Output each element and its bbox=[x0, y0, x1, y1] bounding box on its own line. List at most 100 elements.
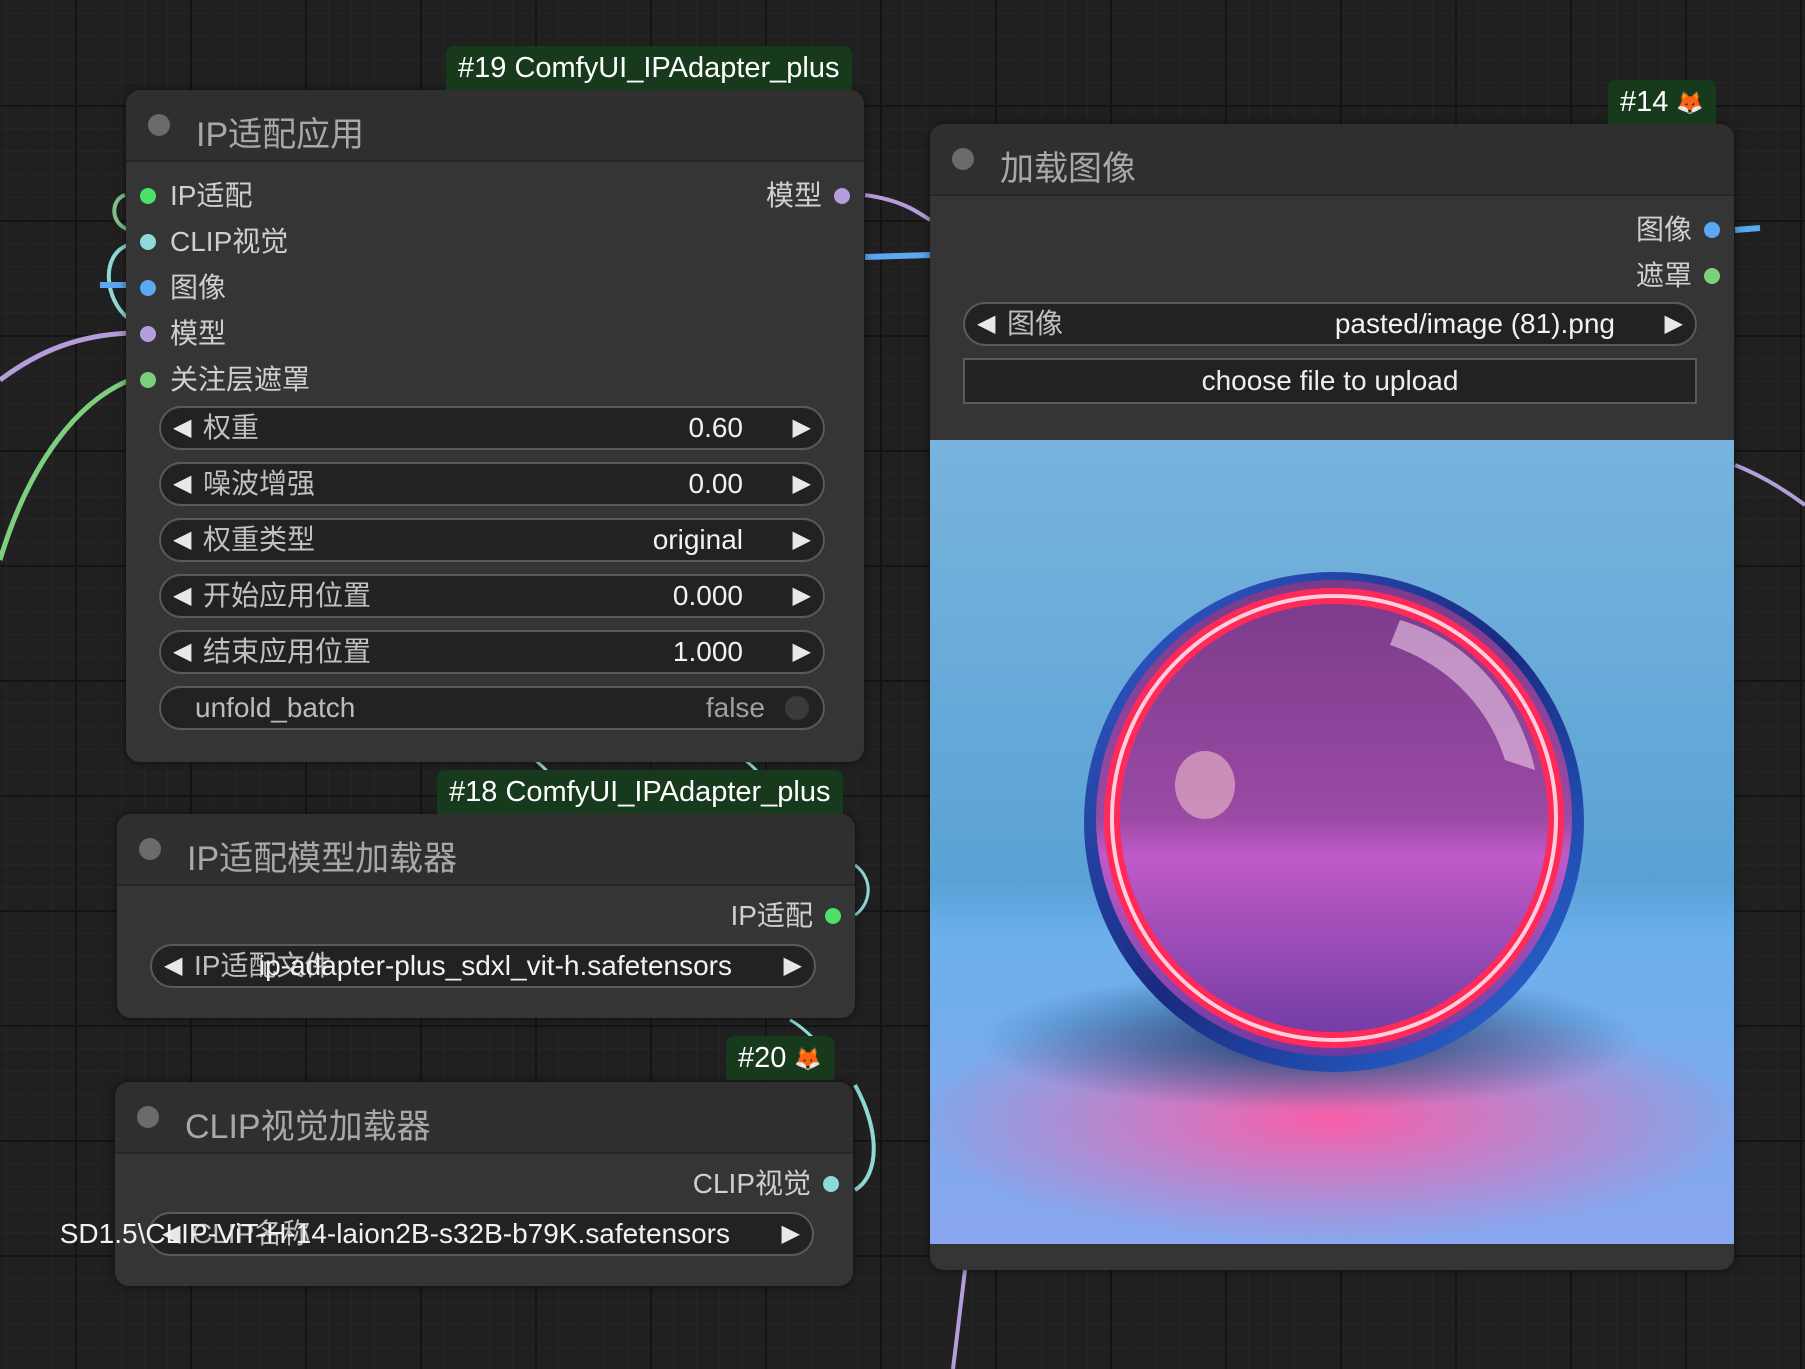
mask-output-dot[interactable] bbox=[1704, 268, 1720, 284]
choose-file-upload-button[interactable]: choose file to upload bbox=[963, 358, 1697, 404]
input-label: 模型 bbox=[170, 318, 227, 349]
decrement-arrow-icon[interactable]: ◀ bbox=[977, 304, 995, 344]
image-slot-dot[interactable] bbox=[140, 280, 156, 296]
decrement-arrow-icon[interactable]: ◀ bbox=[173, 408, 191, 448]
widget-value[interactable]: 1.000 bbox=[673, 632, 743, 672]
node-20-title: CLIP视觉加载器 bbox=[185, 1108, 431, 1146]
increment-arrow-icon[interactable]: ▶ bbox=[793, 576, 811, 616]
output-slot-clip-vision[interactable]: CLIP视觉 bbox=[639, 1164, 839, 1204]
increment-arrow-icon[interactable]: ▶ bbox=[793, 632, 811, 672]
clip-vision-slot-dot[interactable] bbox=[140, 234, 156, 250]
node-20-clip-vision-loader[interactable]: CLIP视觉加载器 CLIP视觉 ◀ CLIP名称 SD1.5\CLIP-ViT… bbox=[60, 1082, 853, 1286]
model-output-dot[interactable] bbox=[834, 188, 850, 204]
decrement-arrow-icon[interactable]: ◀ bbox=[173, 520, 191, 560]
node-20-header[interactable]: CLIP视觉加载器 bbox=[115, 1082, 853, 1154]
increment-arrow-icon[interactable]: ▶ bbox=[1665, 304, 1683, 344]
badge-id: #14 bbox=[1620, 86, 1669, 118]
node-collapse-dot[interactable] bbox=[148, 114, 170, 136]
node-18-ipadapter-loader[interactable]: IP适配模型加载器 IP适配 ◀ IP适配文件 ip-adapter-plus_… bbox=[117, 814, 855, 1018]
image-output-wire bbox=[1734, 225, 1761, 233]
ipadapter-output-dot[interactable] bbox=[825, 908, 841, 924]
clip-name-widget[interactable]: ◀ CLIP名称 SD1.5\CLIP-ViT-H-14-laion2B-s32… bbox=[60, 1212, 814, 1256]
widget-value[interactable]: 0.000 bbox=[673, 576, 743, 616]
output-slot-mask[interactable]: 遮罩 bbox=[1580, 256, 1720, 296]
weight-widget[interactable]: ◀ 权重 0.60 ▶ bbox=[159, 406, 825, 450]
widget-value[interactable]: 0.00 bbox=[689, 464, 744, 504]
node-14-badge: #14 🦊 bbox=[1608, 80, 1716, 124]
widget-label: unfold_batch bbox=[195, 692, 356, 723]
widget-label: 图像 bbox=[1007, 308, 1064, 339]
output-slot-model[interactable]: 模型 bbox=[710, 176, 850, 216]
decrement-arrow-icon[interactable]: ◀ bbox=[173, 464, 191, 504]
node-18-badge: #18 ComfyUI_IPAdapter_plus bbox=[437, 770, 843, 814]
node-19-badge: #19 ComfyUI_IPAdapter_plus bbox=[446, 46, 852, 90]
widget-value[interactable]: 0.60 bbox=[689, 408, 744, 448]
ipadapter-return-wire bbox=[854, 863, 870, 917]
node-collapse-dot[interactable] bbox=[952, 148, 974, 170]
right-model-wire bbox=[1734, 463, 1805, 507]
start-at-widget[interactable]: ◀ 开始应用位置 0.000 ▶ bbox=[159, 574, 825, 618]
widget-label: 开始应用位置 bbox=[203, 580, 372, 611]
decrement-arrow-icon[interactable]: ◀ bbox=[164, 946, 182, 986]
weight-type-widget[interactable]: ◀ 权重类型 original ▶ bbox=[159, 518, 825, 562]
output-slot-ipadapter[interactable]: IP适配 bbox=[661, 896, 841, 936]
decrement-arrow-icon[interactable]: ◀ bbox=[173, 576, 191, 616]
widget-value[interactable]: pasted/image (81).png bbox=[1335, 304, 1615, 344]
image-select-widget[interactable]: ◀ 图像 pasted/image (81).png ▶ bbox=[963, 302, 1697, 346]
increment-arrow-icon[interactable]: ▶ bbox=[793, 464, 811, 504]
unfold-batch-toggle[interactable]: unfold_batch false bbox=[159, 686, 825, 730]
image-preview bbox=[930, 440, 1734, 1244]
clip-output-wire bbox=[853, 1084, 876, 1192]
increment-arrow-icon[interactable]: ▶ bbox=[784, 946, 802, 986]
fox-icon: 🦊 bbox=[1676, 90, 1704, 116]
fox-icon: 🦊 bbox=[794, 1046, 822, 1072]
decrement-arrow-icon[interactable]: ◀ bbox=[173, 632, 191, 672]
widget-value[interactable]: SD1.5\CLIP-ViT-H-14-laion2B-s32B-b79K.sa… bbox=[60, 1214, 730, 1254]
toggle-knob[interactable] bbox=[785, 696, 809, 720]
noise-widget[interactable]: ◀ 噪波增强 0.00 ▶ bbox=[159, 462, 825, 506]
node-19-title: IP适配应用 bbox=[196, 116, 365, 154]
output-label: 遮罩 bbox=[1635, 260, 1692, 291]
image-output-dot[interactable] bbox=[1704, 222, 1720, 238]
output-slot-image[interactable]: 图像 bbox=[1580, 210, 1720, 250]
output-label: 模型 bbox=[765, 180, 822, 211]
widget-value[interactable]: original bbox=[653, 520, 743, 560]
node-collapse-dot[interactable] bbox=[137, 1106, 159, 1128]
widget-label: 结束应用位置 bbox=[203, 636, 372, 667]
preview-sphere-highlight bbox=[1175, 751, 1235, 819]
node-19-header[interactable]: IP适配应用 bbox=[126, 90, 864, 162]
node-20-badge: #20 🦊 bbox=[726, 1036, 834, 1080]
node-18-header[interactable]: IP适配模型加载器 bbox=[117, 814, 855, 886]
node-19-ipadapter-apply[interactable]: IP适配应用 IP适配 CLIP视觉 图像 模型 关注层遮罩 模型 ◀ 权重 0… bbox=[126, 90, 864, 762]
input-label: IP适配 bbox=[170, 180, 253, 211]
node-18-title: IP适配模型加载器 bbox=[187, 840, 458, 878]
increment-arrow-icon[interactable]: ▶ bbox=[793, 520, 811, 560]
node-14-load-image[interactable]: 加载图像 图像 遮罩 ◀ 图像 pasted/image (81).png ▶ … bbox=[930, 124, 1734, 1270]
output-label: CLIP视觉 bbox=[692, 1168, 811, 1199]
widget-value[interactable]: ip-adapter-plus_sdxl_vit-h.safetensors bbox=[259, 946, 732, 986]
widget-label: 噪波增强 bbox=[203, 468, 316, 499]
preview-sphere-body bbox=[1096, 580, 1572, 1056]
badge-id: #20 bbox=[738, 1042, 787, 1074]
ipadapter-slot-dot[interactable] bbox=[140, 188, 156, 204]
end-at-widget[interactable]: ◀ 结束应用位置 1.000 ▶ bbox=[159, 630, 825, 674]
ipadapter-file-widget[interactable]: ◀ IP适配文件 ip-adapter-plus_sdxl_vit-h.safe… bbox=[150, 944, 816, 988]
increment-arrow-icon[interactable]: ▶ bbox=[793, 408, 811, 448]
node-collapse-dot[interactable] bbox=[139, 838, 161, 860]
model-output-wire bbox=[864, 193, 932, 222]
model-link-wire bbox=[0, 330, 131, 383]
preview-glass-sphere bbox=[930, 440, 1734, 1244]
output-label: IP适配 bbox=[730, 900, 813, 931]
image-input-wire bbox=[864, 252, 931, 260]
increment-arrow-icon[interactable]: ▶ bbox=[782, 1214, 800, 1254]
mask-link-wire bbox=[0, 377, 131, 561]
mask-slot-dot[interactable] bbox=[140, 372, 156, 388]
node-14-title: 加载图像 bbox=[1000, 150, 1136, 188]
output-label: 图像 bbox=[1635, 214, 1692, 245]
node-14-header[interactable]: 加载图像 bbox=[930, 124, 1734, 196]
bottom-model-wire bbox=[951, 1269, 967, 1369]
input-label: CLIP视觉 bbox=[170, 226, 289, 257]
clip-vision-output-dot[interactable] bbox=[823, 1176, 839, 1192]
input-label: 图像 bbox=[170, 272, 227, 303]
model-slot-dot[interactable] bbox=[140, 326, 156, 342]
